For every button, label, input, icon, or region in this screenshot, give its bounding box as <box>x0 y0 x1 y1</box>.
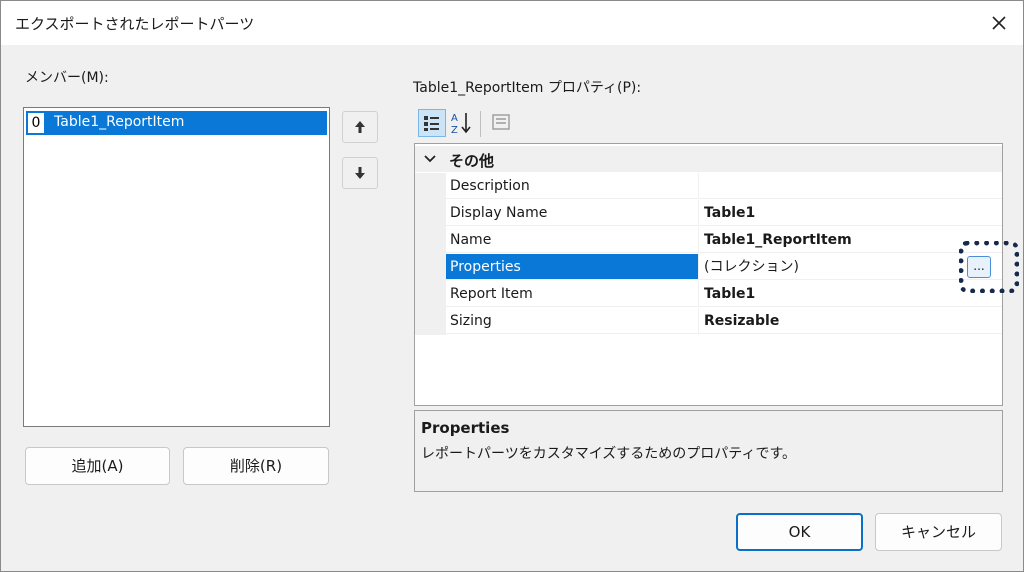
members-list[interactable]: 0 Table1_ReportItem <box>23 107 330 427</box>
property-row-display-name[interactable]: Display Name Table1 <box>415 200 1002 227</box>
sort-alpha-icon: A Z <box>451 113 471 136</box>
property-name: Properties <box>446 254 698 280</box>
properties-label: Table1_ReportItem プロパティ(P): <box>413 80 642 96</box>
dialog-window: エクスポートされたレポートパーツ メンバー(M): 0 Table1_Repor… <box>0 0 1024 572</box>
svg-text:A: A <box>451 113 458 124</box>
property-pages-button[interactable] <box>488 109 516 137</box>
property-row-description[interactable]: Description <box>415 173 1002 200</box>
property-name: Sizing <box>446 308 698 334</box>
property-toolbar: A Z <box>414 109 534 139</box>
svg-text:Z: Z <box>451 125 458 136</box>
description-title: Properties <box>421 419 510 437</box>
property-grid: その他 Description Display Name Table1 Name… <box>414 143 1003 406</box>
property-value[interactable]: Table1 <box>698 281 1002 307</box>
toolbar-separator <box>480 111 481 137</box>
property-value[interactable]: Table1_ReportItem <box>698 227 1002 253</box>
property-name: Name <box>446 227 698 253</box>
description-text: レポートパーツをカスタマイズするためのプロパティです。 <box>421 446 797 462</box>
ok-button[interactable]: OK <box>736 513 863 551</box>
property-name: Display Name <box>446 200 698 226</box>
property-name: Report Item <box>446 281 698 307</box>
add-button[interactable]: 追加(A) <box>25 447 170 485</box>
move-up-button[interactable] <box>342 111 378 143</box>
members-label: メンバー(M): <box>25 70 109 86</box>
chevron-down-icon[interactable] <box>423 152 437 166</box>
categorized-icon <box>424 116 439 131</box>
property-value[interactable]: Table1 <box>698 200 1002 226</box>
property-value[interactable] <box>698 173 1002 199</box>
property-value[interactable]: (コレクション) <box>698 254 1002 280</box>
title-bar: エクスポートされたレポートパーツ <box>1 1 1023 45</box>
alphabetical-button[interactable]: A Z <box>448 109 476 137</box>
arrow-up-icon <box>355 121 365 133</box>
category-header[interactable]: その他 <box>415 146 1002 172</box>
property-row-report-item[interactable]: Report Item Table1 <box>415 281 1002 308</box>
property-row-name[interactable]: Name Table1_ReportItem <box>415 227 1002 254</box>
window-title: エクスポートされたレポートパーツ <box>15 15 255 33</box>
close-icon[interactable] <box>983 7 1015 39</box>
property-row-properties[interactable]: Properties (コレクション) <box>415 254 1002 281</box>
move-down-button[interactable] <box>342 157 378 189</box>
list-item[interactable]: 0 Table1_ReportItem <box>26 111 327 135</box>
member-name: Table1_ReportItem <box>54 114 185 130</box>
description-panel: Properties レポートパーツをカスタマイズするためのプロパティです。 <box>414 410 1003 492</box>
callout-highlight <box>959 241 1019 293</box>
property-pages-icon <box>492 114 510 130</box>
categorized-button[interactable] <box>418 109 446 137</box>
member-index: 0 <box>28 113 44 133</box>
property-value[interactable]: Resizable <box>698 308 1002 334</box>
property-name: Description <box>446 173 698 199</box>
property-row-sizing[interactable]: Sizing Resizable <box>415 308 1002 335</box>
arrow-down-icon <box>355 167 365 179</box>
cancel-button[interactable]: キャンセル <box>875 513 1002 551</box>
remove-button[interactable]: 削除(R) <box>183 447 329 485</box>
category-label: その他 <box>449 152 495 170</box>
